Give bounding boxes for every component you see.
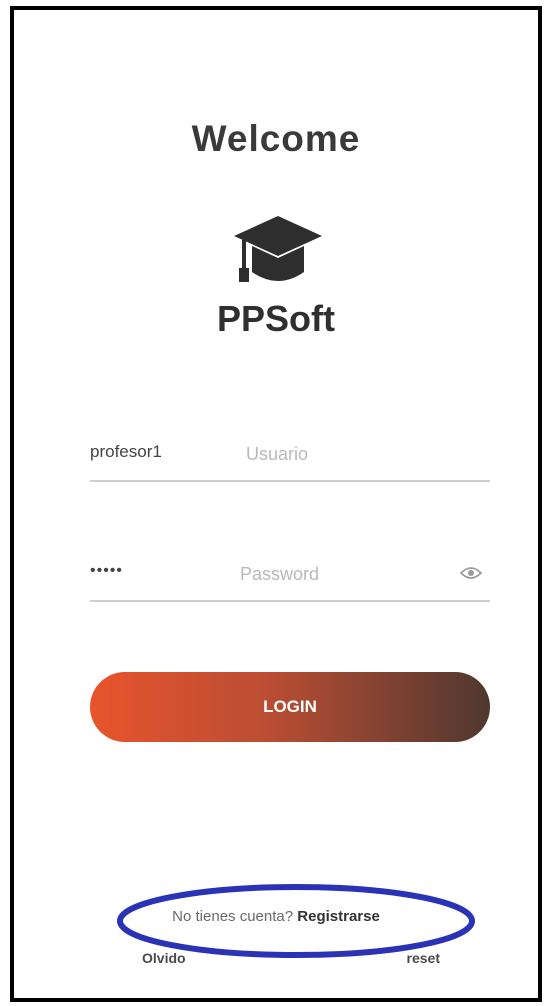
login-button-label: LOGIN (263, 697, 317, 716)
register-prompt: No tienes cuenta? (172, 908, 294, 925)
password-field[interactable]: ••••• Password (90, 552, 490, 602)
reset-link-partial[interactable]: reset (407, 950, 440, 966)
welcome-title: Welcome (191, 118, 361, 159)
password-value[interactable]: ••••• (90, 562, 123, 580)
app-frame: Welcome PPSoft profesor1 Usuario ••••• P… (10, 6, 542, 1002)
username-field[interactable]: profesor1 Usuario (90, 432, 490, 482)
username-placeholder: Usuario (246, 444, 309, 464)
register-link[interactable]: Registrarse (297, 908, 380, 925)
username-value[interactable]: profesor1 (90, 442, 162, 462)
brand-name: PPSoft (216, 298, 335, 339)
login-button[interactable]: LOGIN (90, 672, 490, 742)
forgot-link-partial[interactable]: Olvido (142, 950, 186, 966)
password-placeholder: Password (240, 564, 320, 584)
graduation-cap-icon (234, 216, 322, 282)
partial-links-row: Olvido reset (142, 950, 442, 968)
register-row: No tienes cuenta? Registrarse (14, 908, 538, 925)
eye-icon[interactable] (460, 566, 482, 580)
